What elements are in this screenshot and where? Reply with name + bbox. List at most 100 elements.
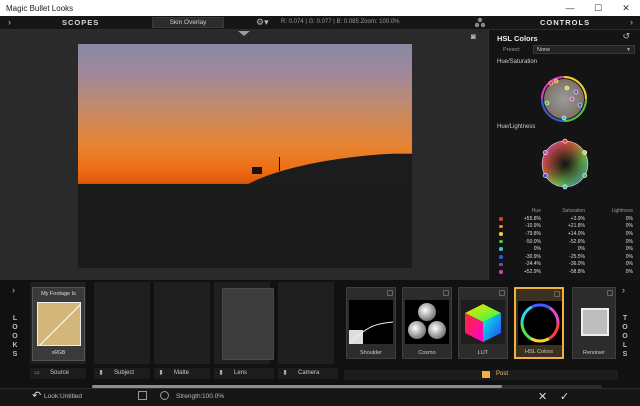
category-matte[interactable]: ▮ Matte xyxy=(154,368,210,379)
camera-snapshot-icon[interactable]: ◙ xyxy=(471,32,476,41)
tool-toggle-icon[interactable] xyxy=(554,291,560,297)
hue-value[interactable]: -30.9% xyxy=(507,254,541,260)
tool-toggle-icon[interactable] xyxy=(607,290,613,296)
tool-name: Renoiser xyxy=(582,350,605,356)
tool-cosmo[interactable]: Cosmo xyxy=(402,287,452,359)
lightness-value[interactable]: 0% xyxy=(585,254,633,260)
pixel-readout: R: 0.074 | G: 0.077 | B: 0.085 Zoom: 100… xyxy=(281,19,400,25)
source-tile[interactable]: My Footage Is sRGB xyxy=(32,287,85,361)
tool-name: Shoulder xyxy=(359,350,383,356)
shoulder-preview xyxy=(348,300,394,345)
hue-value[interactable]: +52.9% xyxy=(507,269,541,275)
category-camera[interactable]: ▮ Camera xyxy=(278,368,338,379)
matte-slot xyxy=(154,282,210,364)
color-swatch-icon xyxy=(495,255,507,259)
header-bar: › SCOPES Skin Overlay ⚙▾ R: 0.074 | G: 0… xyxy=(0,16,640,30)
preset-select[interactable]: None ▼ xyxy=(533,45,635,54)
tool-toggle-icon[interactable] xyxy=(499,290,505,296)
scopes-label[interactable]: SCOPES xyxy=(62,18,99,27)
category-lens[interactable]: ▮ Lens xyxy=(214,368,274,379)
saturation-value[interactable]: 0% xyxy=(541,246,585,252)
lightness-value[interactable]: 0% xyxy=(585,223,633,229)
image-viewer[interactable]: ◙ xyxy=(0,30,488,280)
looks-vertical-label[interactable]: LOOKS xyxy=(10,314,20,359)
hue-lightness-wheel[interactable] xyxy=(539,138,591,190)
col-header-saturation: Saturation xyxy=(562,208,585,214)
hue-value[interactable]: -10.9% xyxy=(507,223,541,229)
tools-expand-arrow-icon[interactable]: › xyxy=(622,285,625,295)
ok-button[interactable]: ✓ xyxy=(560,390,569,403)
undo-icon[interactable]: ↶ xyxy=(32,389,41,402)
panel-title: HSL Colors xyxy=(497,34,538,43)
color-swatch-icon xyxy=(495,270,507,274)
saturation-value[interactable]: +14.0% xyxy=(541,231,585,237)
color-dots-icon[interactable] xyxy=(474,17,486,29)
post-label: Post xyxy=(496,371,509,377)
tool-toggle-icon[interactable] xyxy=(387,290,393,296)
category-source[interactable]: ▭ Source xyxy=(30,368,86,379)
skin-overlay-button[interactable]: Skin Overlay xyxy=(152,17,224,28)
category-post[interactable]: Post xyxy=(344,370,618,380)
table-header: Hue Saturation Lightness xyxy=(495,208,635,215)
lightness-value[interactable]: 0% xyxy=(585,269,633,275)
lightness-value[interactable]: 0% xyxy=(585,246,633,252)
subject-icon: ▮ xyxy=(99,370,103,376)
lightness-value[interactable]: 0% xyxy=(585,231,633,237)
reset-icon[interactable]: ↺ xyxy=(622,31,630,42)
tool-renoiser[interactable]: Renoiser xyxy=(572,287,616,359)
controls-label: CONTROLS xyxy=(540,18,591,27)
tools-vertical-label[interactable]: TOOLS xyxy=(620,314,630,359)
hue-value[interactable]: -50.0% xyxy=(507,239,541,245)
preset-value: None xyxy=(537,47,551,53)
strength-value[interactable]: 100.0% xyxy=(202,393,224,400)
lens-icon: ▮ xyxy=(219,370,223,376)
scopes-expand-arrow-icon[interactable]: › xyxy=(8,17,11,27)
subject-slot xyxy=(94,282,150,364)
table-row: 0% 0% 0% xyxy=(495,245,635,253)
hue-saturation-wheel[interactable] xyxy=(539,74,589,124)
saturation-value[interactable]: +3.9% xyxy=(541,216,585,222)
lens-ghost-tile[interactable] xyxy=(222,288,274,360)
table-row: -24.4% -36.0% 0% xyxy=(495,261,635,269)
save-look-icon[interactable] xyxy=(138,391,147,400)
tool-hsl-colors-selected[interactable]: HSL Colors xyxy=(514,287,564,359)
building-silhouette xyxy=(252,167,262,174)
lightness-value[interactable]: 0% xyxy=(585,239,633,245)
saturation-value[interactable]: +21.8% xyxy=(541,223,585,229)
hue-value[interactable]: +55.8% xyxy=(507,216,541,222)
tool-toggle-icon[interactable] xyxy=(443,290,449,296)
tool-shoulder[interactable]: Shoulder xyxy=(346,287,396,359)
source-tile-title: My Footage Is xyxy=(41,291,76,297)
cosmo-preview xyxy=(405,300,449,344)
category-subject[interactable]: ▮ Subject xyxy=(94,368,150,379)
gear-icon[interactable]: ⚙▾ xyxy=(256,17,269,28)
saturation-value[interactable]: -52.6% xyxy=(541,239,585,245)
chevron-down-icon: ▼ xyxy=(626,47,631,53)
color-swatch-icon xyxy=(495,232,507,236)
looks-expand-arrow-icon[interactable]: › xyxy=(12,285,15,295)
look-name[interactable]: Untitled xyxy=(60,393,82,400)
controls-collapse-arrow-icon[interactable]: › xyxy=(630,17,633,27)
lightness-value[interactable]: 0% xyxy=(585,261,633,267)
source-tile-colorspace: sRGB xyxy=(51,350,66,356)
hue-value[interactable]: -79.8% xyxy=(507,231,541,237)
col-header-lightness: Lightness xyxy=(611,208,633,214)
ground-silhouette xyxy=(78,184,412,268)
saturation-value[interactable]: -36.0% xyxy=(541,261,585,267)
preset-label: Preset: xyxy=(503,47,521,53)
look-label: Look: xyxy=(44,393,60,400)
cancel-button[interactable]: ✕ xyxy=(538,390,547,403)
saturation-value[interactable]: -25.5% xyxy=(541,254,585,260)
hue-value[interactable]: 0% xyxy=(507,246,541,252)
table-row: -30.9% -25.5% 0% xyxy=(495,253,635,261)
maximize-button[interactable]: ☐ xyxy=(584,0,612,16)
saturation-value[interactable]: -58.8% xyxy=(541,269,585,275)
minimize-button[interactable]: — xyxy=(556,0,584,16)
color-swatch-icon xyxy=(495,239,507,244)
hue-value[interactable]: -24.4% xyxy=(507,261,541,267)
table-row: -79.8% +14.0% 0% xyxy=(495,230,635,238)
lightness-value[interactable]: 0% xyxy=(585,216,633,222)
tool-lut[interactable]: LUT xyxy=(458,287,508,359)
close-button[interactable]: ✕ xyxy=(612,0,640,16)
viewer-dropdown-triangle-icon[interactable] xyxy=(238,31,250,36)
